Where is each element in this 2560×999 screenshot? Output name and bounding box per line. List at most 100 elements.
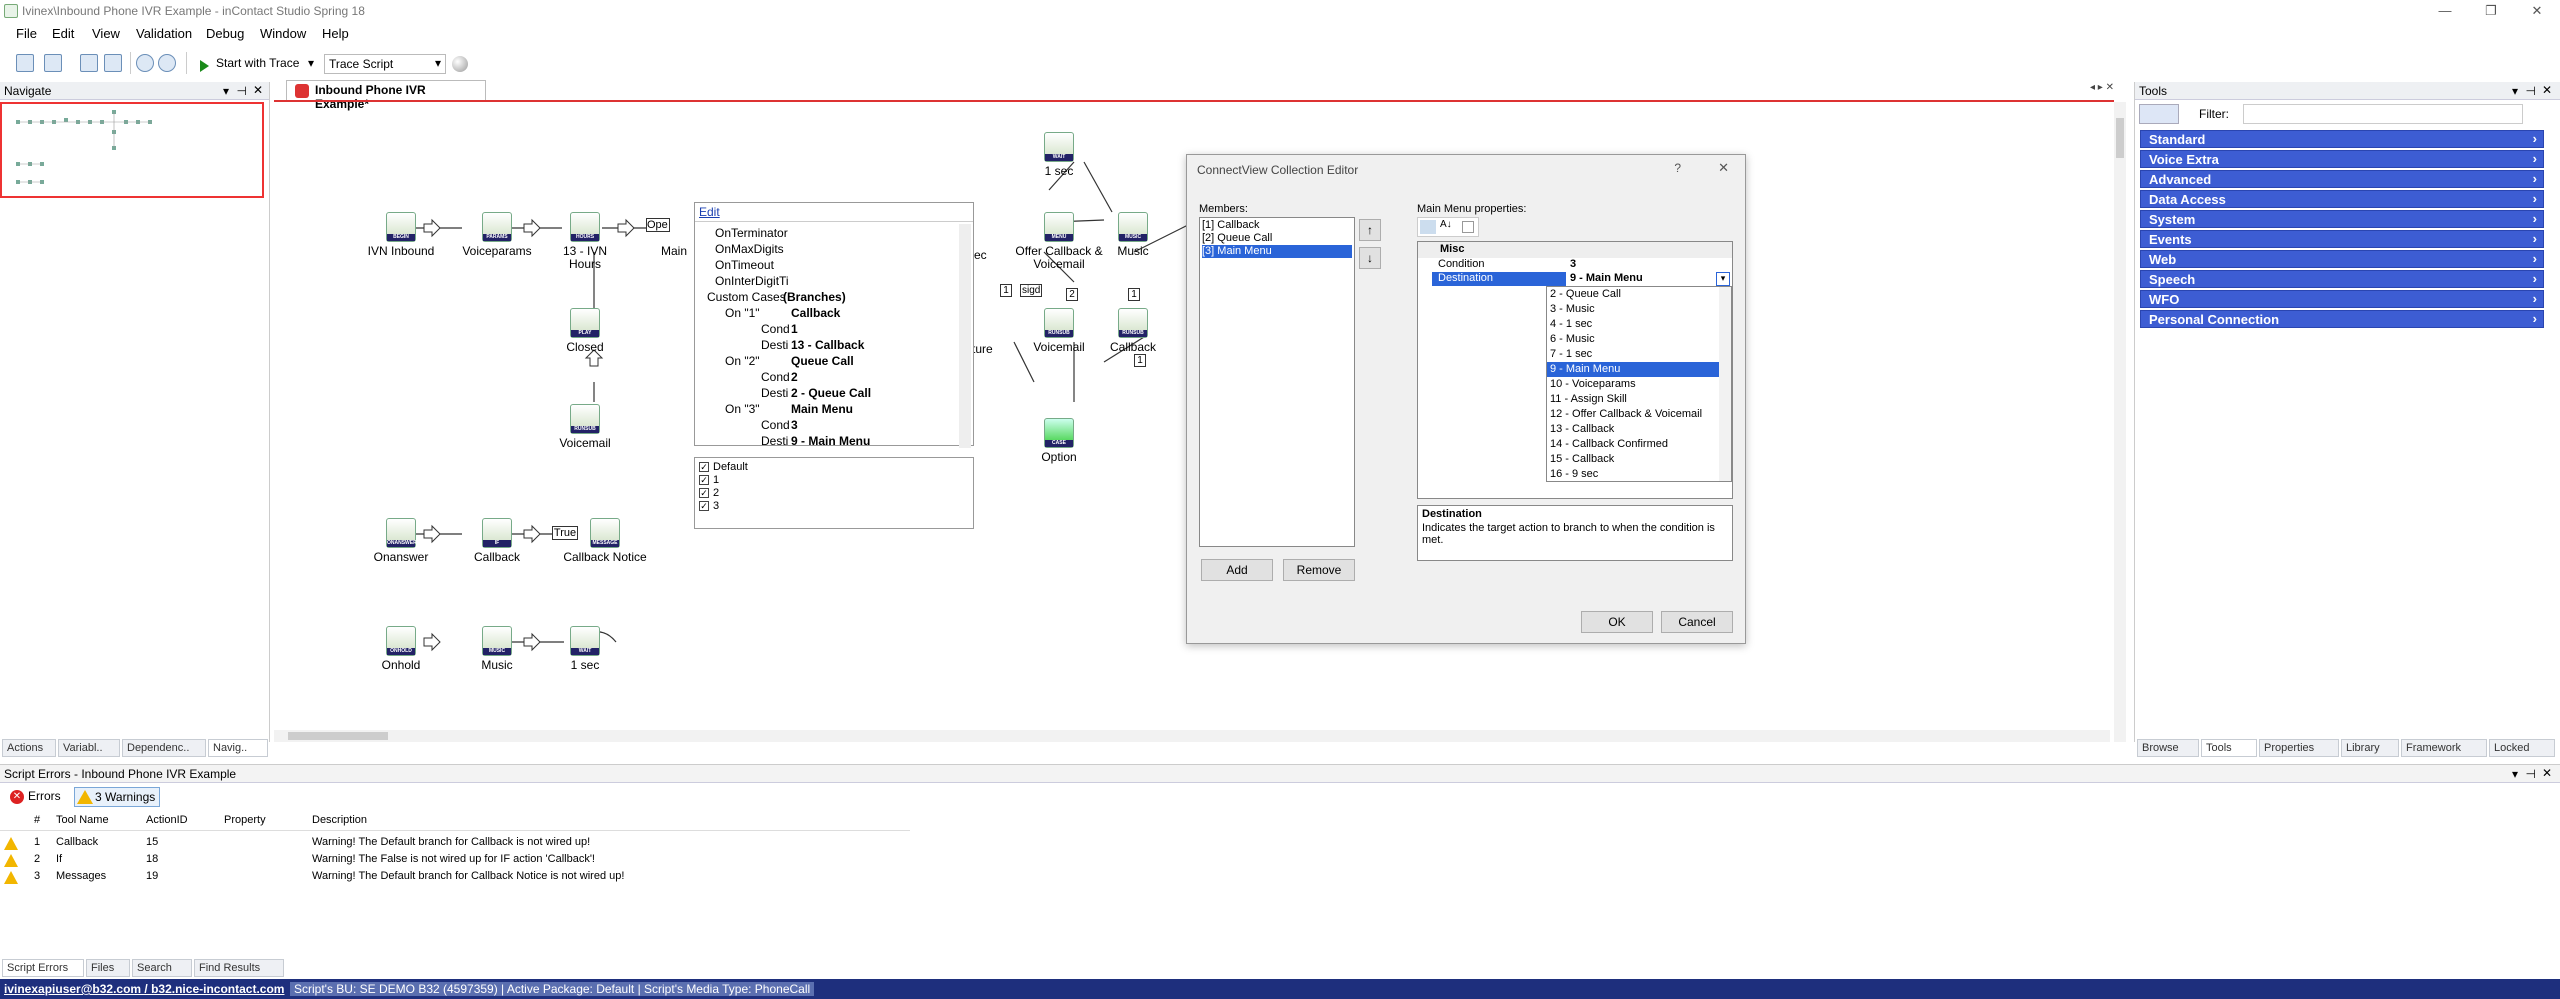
error-row[interactable]: 2 If 18 Warning! The False is not wired up … xyxy=(0,853,910,869)
dialog-close-button[interactable]: ✕ xyxy=(1718,160,1729,176)
property-row[interactable]: Cond 3 xyxy=(695,418,955,434)
tab-actions[interactable]: Actions xyxy=(2,739,56,757)
branch-checkbox[interactable]: ✓ 1 xyxy=(699,474,748,487)
branch-checklist[interactable]: ✓ Default ✓ 1 ✓ 2 ✓ 3 xyxy=(694,457,974,529)
close-panel-icon[interactable]: ✕ xyxy=(2542,766,2552,780)
dropdown-option[interactable]: 4 - 1 sec xyxy=(1547,317,1731,332)
property-row[interactable]: Cond 2 xyxy=(695,370,955,386)
panel-menu-icon[interactable]: ▾ xyxy=(2512,84,2518,98)
dropdown-option[interactable]: 16 - 9 sec xyxy=(1547,467,1731,481)
dropdown-option[interactable]: 3 - Music xyxy=(1547,302,1731,317)
menu-help[interactable]: Help xyxy=(322,26,349,41)
menu-validation[interactable]: Validation xyxy=(136,26,192,41)
menu-debug[interactable]: Debug xyxy=(206,26,244,41)
node-ivn-inbound[interactable]: BEGIN IVN Inbound xyxy=(356,212,446,258)
node-music-right[interactable]: MUSIC Music xyxy=(1098,212,1168,258)
tab-browse[interactable]: Browse xyxy=(2137,739,2199,757)
sort-buttons[interactable] xyxy=(2139,104,2179,124)
category-speech[interactable]: Speech › xyxy=(2140,270,2544,288)
alphabetical-icon[interactable]: A↓ xyxy=(1440,219,1452,230)
property-row[interactable]: Cond 1 xyxy=(695,322,955,338)
close-window-button[interactable]: ✕ xyxy=(2514,0,2560,22)
node-callback-right[interactable]: RUNSUB Callback xyxy=(1098,308,1168,354)
node-one-sec[interactable]: WAIT 1 sec xyxy=(550,626,620,672)
tab-properties[interactable]: Properties xyxy=(2259,739,2339,757)
move-up-button[interactable]: ↑ xyxy=(1359,219,1381,241)
canvas-vscrollbar[interactable] xyxy=(2114,102,2126,742)
property-row[interactable]: OnTerminator xyxy=(695,226,955,242)
category-personal-connection[interactable]: Personal Connection › xyxy=(2140,310,2544,328)
property-row[interactable]: Desti 9 - Main Menu xyxy=(695,434,955,450)
dropdown-option[interactable]: 14 - Callback Confirmed xyxy=(1547,437,1731,452)
tab-variables[interactable]: Variabl.. xyxy=(58,739,120,757)
ok-button[interactable]: OK xyxy=(1581,611,1653,633)
members-list[interactable]: [1] Callback [2] Queue Call [3] Main Menu xyxy=(1199,217,1355,547)
dropdown-option[interactable]: 7 - 1 sec xyxy=(1547,347,1731,362)
property-row[interactable]: OnMaxDigits xyxy=(695,242,955,258)
node-voicemail-mid[interactable]: RUNSUB Voicemail xyxy=(1024,308,1094,354)
tab-tools[interactable]: Tools xyxy=(2201,739,2257,757)
expand-icon[interactable] xyxy=(158,54,176,72)
canvas-hscrollbar[interactable] xyxy=(274,730,2110,742)
cancel-button[interactable]: Cancel xyxy=(1661,611,1733,633)
member-item[interactable]: [1] Callback xyxy=(1202,219,1352,232)
category-events[interactable]: Events › xyxy=(2140,230,2544,248)
property-row[interactable]: OnInterDigitTi xyxy=(695,274,955,290)
close-panel-icon[interactable]: ✕ xyxy=(2542,83,2552,97)
node-one-sec-top[interactable]: WAIT 1 sec xyxy=(1024,132,1094,178)
branch-checkbox[interactable]: ✓ 3 xyxy=(699,500,748,513)
navigate-minimap[interactable] xyxy=(0,102,264,198)
node-music[interactable]: MUSIC Music xyxy=(452,626,542,672)
menu-file[interactable]: File xyxy=(16,26,37,41)
play-icon[interactable] xyxy=(200,60,209,72)
property-row[interactable]: Custom Cases (Branches) xyxy=(695,290,955,306)
branch-checkbox[interactable]: ✓ Default xyxy=(699,461,748,474)
property-row[interactable]: OnTimeout xyxy=(695,258,955,274)
remove-button[interactable]: Remove xyxy=(1283,559,1355,581)
member-item[interactable]: [3] Main Menu xyxy=(1202,245,1352,258)
node-voiceparams[interactable]: PARAMS Voiceparams xyxy=(452,212,542,258)
move-down-button[interactable]: ↓ xyxy=(1359,247,1381,269)
minimize-button[interactable]: — xyxy=(2422,0,2468,22)
dropdown-option[interactable]: 10 - Voiceparams xyxy=(1547,377,1731,392)
dialog-help-button[interactable]: ? xyxy=(1674,161,1681,175)
dropdown-scrollbar[interactable] xyxy=(1719,287,1731,481)
panel-menu-icon[interactable]: ▾ xyxy=(223,84,229,98)
pin-icon[interactable]: ⊣ xyxy=(2526,84,2536,98)
tab-locked[interactable]: Locked xyxy=(2489,739,2555,757)
property-row[interactable]: On "3" Main Menu xyxy=(695,402,955,418)
property-row[interactable]: Desti 13 - Callback xyxy=(695,338,955,354)
dropdown-option[interactable]: 15 - Callback xyxy=(1547,452,1731,467)
condition-value[interactable]: 3 xyxy=(1570,258,1576,270)
tab-framework[interactable]: Framework xyxy=(2401,739,2487,757)
node-closed[interactable]: PLAY Closed xyxy=(550,308,620,354)
restore-button[interactable]: ❐ xyxy=(2468,0,2514,22)
node-hours[interactable]: HOURS 13 - IVN Hours xyxy=(550,212,620,271)
close-panel-icon[interactable]: ✕ xyxy=(253,83,263,97)
node-option[interactable]: CASE Option xyxy=(1024,418,1094,464)
category-advanced[interactable]: Advanced › xyxy=(2140,170,2544,188)
save-all-icon[interactable] xyxy=(104,54,122,72)
node-onhold[interactable]: ONHOLD Onhold xyxy=(356,626,446,672)
category-system[interactable]: System › xyxy=(2140,210,2544,228)
node-callback[interactable]: IF Callback xyxy=(452,518,542,564)
popup-scrollbar[interactable] xyxy=(959,224,971,448)
property-row[interactable]: Desti 2 - Queue Call xyxy=(695,386,955,402)
property-pages-icon[interactable] xyxy=(1462,221,1474,233)
pin-icon[interactable]: ⊣ xyxy=(2526,767,2536,781)
branch-checkbox[interactable]: ✓ 2 xyxy=(699,487,748,500)
hscroll-thumb[interactable] xyxy=(288,732,388,740)
menu-window[interactable]: Window xyxy=(260,26,306,41)
dropdown-option[interactable]: 9 - Main Menu xyxy=(1547,362,1731,377)
menu-view[interactable]: View xyxy=(92,26,120,41)
error-row[interactable]: 3 Messages 19 Warning! The Default branch f… xyxy=(0,870,910,886)
tab-search[interactable]: Search xyxy=(132,959,192,977)
record-icon[interactable] xyxy=(452,56,468,72)
dropdown-option[interactable]: 13 - Callback xyxy=(1547,422,1731,437)
panel-menu-icon[interactable]: ▾ xyxy=(2512,767,2518,781)
tab-scroll-icon[interactable]: ◂ ▸ ✕ xyxy=(2090,82,2114,93)
categorized-icon[interactable] xyxy=(1420,220,1436,234)
destination-dropdown-list[interactable]: 2 - Queue Call 3 - Music 4 - 1 sec 6 - Musi… xyxy=(1546,286,1732,482)
property-row[interactable]: On "2" Queue Call xyxy=(695,354,955,370)
property-row[interactable]: On "1" Callback xyxy=(695,306,955,322)
